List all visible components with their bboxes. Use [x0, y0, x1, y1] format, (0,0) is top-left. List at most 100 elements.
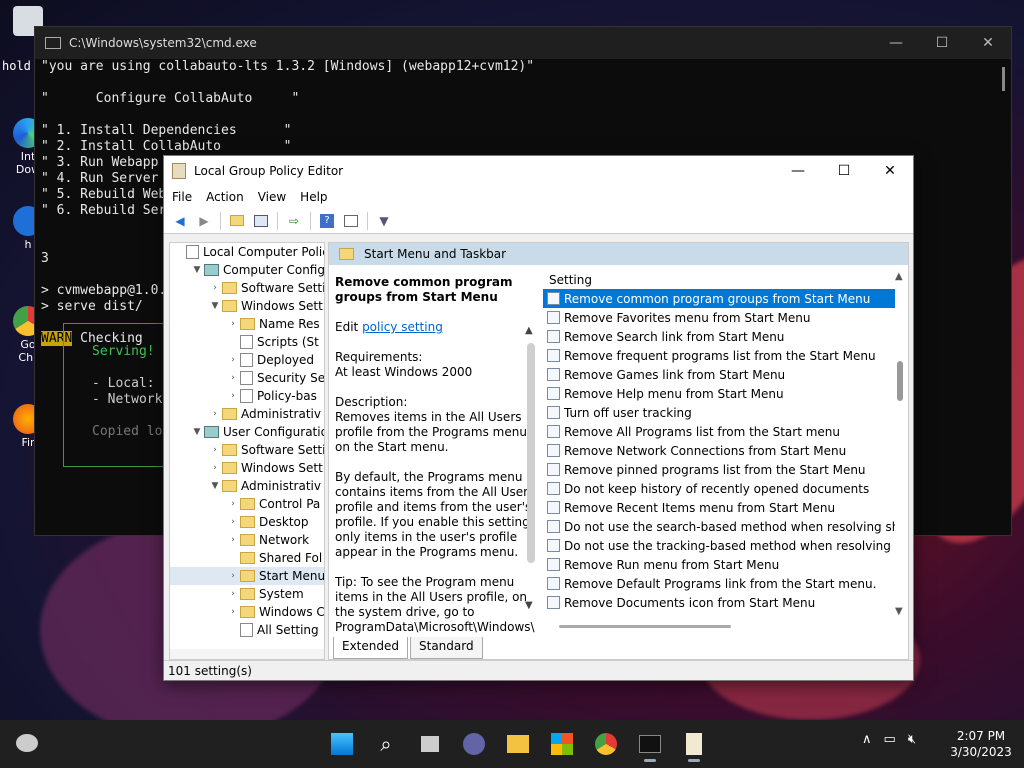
chevron-right-icon[interactable]: ›	[226, 391, 240, 401]
setting-row[interactable]: Remove Recent Items menu from Start Menu	[543, 498, 895, 517]
setting-row[interactable]: Remove Favorites menu from Start Menu	[543, 308, 895, 327]
chevron-up-icon[interactable]: ∧	[862, 732, 872, 747]
maximize-icon[interactable]: ☐	[821, 163, 867, 179]
chevron-right-icon[interactable]: ›	[208, 445, 222, 455]
setting-row[interactable]: Remove Documents icon from Start Menu	[543, 593, 895, 612]
filter-icon[interactable]: ▼	[375, 213, 393, 229]
tree-item[interactable]: ▼ Computer Config	[170, 261, 324, 279]
menu-view[interactable]: View	[258, 190, 286, 204]
settings-list[interactable]: Setting Remove common program groups fro…	[543, 265, 895, 637]
file-explorer-button[interactable]	[496, 724, 540, 764]
chevron-down-icon[interactable]: ▼	[208, 301, 222, 311]
tree-item[interactable]: ▼ User Configuratio	[170, 423, 324, 441]
back-icon[interactable]: ◀	[171, 213, 189, 229]
tab-standard[interactable]: Standard	[410, 637, 483, 659]
chevron-down-icon[interactable]: ▼	[190, 265, 204, 275]
forward-icon[interactable]: ▶	[195, 213, 213, 229]
cmd-scrollbar[interactable]	[1002, 67, 1005, 91]
terminal-button[interactable]	[628, 724, 672, 764]
chrome-button[interactable]	[584, 724, 628, 764]
export-list-icon[interactable]: ⇨	[285, 213, 303, 229]
tree-item[interactable]: › Administrativ	[170, 405, 324, 423]
tree-item[interactable]: › Software Setti	[170, 441, 324, 459]
policy-tree[interactable]: Local Computer Polic ▼ Computer Config › Sof…	[169, 242, 325, 660]
setting-row[interactable]: Remove Run menu from Start Menu	[543, 555, 895, 574]
tree-item[interactable]: › Start Menu	[170, 567, 324, 585]
gpedit-titlebar[interactable]: Local Group Policy Editor — ☐ ✕	[164, 156, 913, 186]
setting-row[interactable]: Turn off user tracking	[543, 403, 895, 422]
chevron-down-icon[interactable]: ▼	[190, 427, 204, 437]
tree-item[interactable]: Local Computer Polic	[170, 243, 324, 261]
setting-row[interactable]: Do not keep history of recently opened d…	[543, 479, 895, 498]
chevron-right-icon[interactable]: ›	[226, 607, 240, 617]
settings-hscrollbar[interactable]	[559, 625, 731, 628]
menu-file[interactable]: File	[172, 190, 192, 204]
chevron-right-icon[interactable]: ›	[226, 517, 240, 527]
chevron-right-icon[interactable]: ›	[226, 355, 240, 365]
setting-row[interactable]: Do not use the tracking-based method whe…	[543, 536, 895, 555]
policy-setting-link[interactable]: policy setting	[362, 320, 443, 334]
scroll-thumb[interactable]	[897, 361, 903, 401]
setting-row[interactable]: Remove pinned programs list from the Sta…	[543, 460, 895, 479]
tree-item[interactable]: › Policy-bas	[170, 387, 324, 405]
setting-row[interactable]: Remove common program groups from Start …	[543, 289, 895, 308]
gpedit-window[interactable]: Local Group Policy Editor — ☐ ✕ File Act…	[163, 155, 914, 681]
tree-item[interactable]: Scripts (St	[170, 333, 324, 351]
network-icon[interactable]: ▭	[884, 732, 896, 747]
setting-row[interactable]: Do not use the search-based method when …	[543, 517, 895, 536]
tree-item[interactable]: › Network	[170, 531, 324, 549]
chevron-right-icon[interactable]: ›	[208, 463, 222, 473]
setting-row[interactable]: Remove Search link from Start Menu	[543, 327, 895, 346]
tree-item[interactable]: › Windows Sett	[170, 459, 324, 477]
chevron-down-icon[interactable]: ▼	[895, 606, 903, 617]
tree-item[interactable]: ▼ Windows Sett	[170, 297, 324, 315]
tree-item[interactable]: › Control Pa	[170, 495, 324, 513]
setting-row[interactable]: Remove frequent programs list from the S…	[543, 346, 895, 365]
chevron-right-icon[interactable]: ›	[226, 535, 240, 545]
settings-scrollbar[interactable]: ▲ ▼	[895, 271, 907, 617]
chevron-right-icon[interactable]: ›	[208, 409, 222, 419]
store-button[interactable]	[540, 724, 584, 764]
tree-item[interactable]: › System	[170, 585, 324, 603]
teams-button[interactable]	[452, 724, 496, 764]
setting-row[interactable]: Remove Network Connections from Start Me…	[543, 441, 895, 460]
chevron-right-icon[interactable]: ›	[208, 283, 222, 293]
chevron-right-icon[interactable]: ›	[226, 589, 240, 599]
chevron-down-icon[interactable]: ▼	[525, 600, 533, 611]
tree-item[interactable]: › Deployed	[170, 351, 324, 369]
setting-row[interactable]: Remove All Programs list from the Start …	[543, 422, 895, 441]
minimize-icon[interactable]: —	[873, 35, 919, 51]
scroll-thumb[interactable]	[527, 343, 535, 563]
clock[interactable]: 2:07 PM 3/30/2023	[946, 728, 1016, 760]
chevron-right-icon[interactable]: ›	[226, 319, 240, 329]
tree-item[interactable]: › Desktop	[170, 513, 324, 531]
cmd-titlebar[interactable]: C:\Windows\system32\cmd.exe — ☐ ✕	[35, 27, 1011, 59]
up-folder-icon[interactable]	[228, 213, 246, 229]
close-icon[interactable]: ✕	[965, 35, 1011, 51]
volume-mute-icon[interactable]: 🔇︎	[908, 732, 916, 747]
tree-item[interactable]: ▼ Administrativ	[170, 477, 324, 495]
tree-item[interactable]: Shared Fol	[170, 549, 324, 567]
tree-item[interactable]: › Security Se	[170, 369, 324, 387]
maximize-icon[interactable]: ☐	[919, 35, 965, 51]
chevron-up-icon[interactable]: ▲	[525, 325, 533, 336]
close-icon[interactable]: ✕	[867, 163, 913, 179]
tree-item[interactable]: All Setting	[170, 621, 324, 639]
menu-action[interactable]: Action	[206, 190, 244, 204]
tab-extended[interactable]: Extended	[333, 637, 408, 659]
help-icon[interactable]: ?	[318, 213, 336, 229]
minimize-icon[interactable]: —	[775, 163, 821, 179]
weather-icon[interactable]	[16, 734, 38, 752]
task-view-button[interactable]	[408, 724, 452, 764]
setting-row[interactable]: Remove Games link from Start Menu	[543, 365, 895, 384]
setting-row[interactable]: Remove Default Programs link from the St…	[543, 574, 895, 593]
chevron-up-icon[interactable]: ▲	[895, 271, 903, 282]
chevron-right-icon[interactable]: ›	[226, 571, 240, 581]
show-hide-tree-icon[interactable]	[252, 213, 270, 229]
tree-item[interactable]: › Windows C	[170, 603, 324, 621]
chevron-down-icon[interactable]: ▼	[208, 481, 222, 491]
column-header-setting[interactable]: Setting	[543, 265, 895, 287]
tree-scrollbar[interactable]	[170, 649, 324, 659]
properties-icon[interactable]	[342, 213, 360, 229]
chevron-right-icon[interactable]: ›	[226, 499, 240, 509]
